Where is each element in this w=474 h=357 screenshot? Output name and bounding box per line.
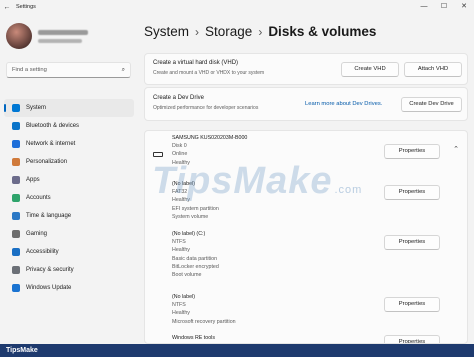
- system-icon: [12, 104, 20, 112]
- attach-vhd-button[interactable]: Attach VHD: [404, 62, 462, 77]
- disk-status: Online: [172, 151, 188, 158]
- search-icon: ⌕: [121, 67, 125, 73]
- vhd-card: Create a virtual hard disk (VHD) Create …: [144, 53, 468, 85]
- sidebar-item-label: Accessibility: [26, 249, 59, 255]
- breadcrumb-system[interactable]: System: [144, 24, 189, 39]
- shield-icon: [12, 266, 20, 274]
- footer-banner: TipsMake: [0, 344, 474, 357]
- breadcrumb-storage[interactable]: Storage: [205, 24, 252, 39]
- create-vhd-button[interactable]: Create VHD: [341, 62, 399, 77]
- volume-detail: Basic data partition: [172, 255, 218, 262]
- close-icon[interactable]: ✕: [454, 0, 474, 14]
- title-bar: ← Settings — ☐ ✕: [0, 0, 474, 14]
- disk-properties-button[interactable]: Properties: [384, 144, 440, 159]
- sidebar-item-windows-update[interactable]: Windows Update: [0, 279, 138, 297]
- volume-detail: Boot volume: [172, 272, 202, 279]
- dev-drive-subtitle: Optimized performance for developer scen…: [153, 105, 259, 111]
- watermark: TipsMake .com: [152, 160, 362, 203]
- sidebar-item-time-language[interactable]: Time & language: [0, 207, 138, 225]
- sidebar-item-label: Personalization: [26, 159, 68, 165]
- profile-email-line: [38, 38, 82, 43]
- search-placeholder: Find a setting: [12, 67, 47, 73]
- page-title: Disks & volumes: [268, 24, 377, 39]
- volume-detail: NTFS: [172, 302, 186, 309]
- volume-label: Windows RE tools: [172, 335, 215, 341]
- disk-number: Disk 0: [172, 143, 187, 150]
- watermark-domain: .com: [334, 184, 363, 196]
- disk-name: SAMSUNG KUS020203M-B000: [172, 135, 248, 141]
- sidebar-item-label: Privacy & security: [26, 267, 74, 273]
- disk-drive-icon: [153, 152, 163, 157]
- create-dev-drive-button[interactable]: Create Dev Drive: [401, 97, 462, 112]
- breadcrumb-separator: ›: [258, 25, 263, 39]
- user-profile[interactable]: [6, 23, 88, 49]
- volume-detail: Healthy: [172, 310, 190, 317]
- watermark-text: TipsMake: [152, 160, 333, 202]
- breadcrumb-separator: ›: [195, 25, 200, 39]
- volume-info: (No label) NTFS Healthy Microsoft recovery …: [172, 293, 236, 326]
- vhd-title: Create a virtual hard disk (VHD): [153, 60, 239, 66]
- volume-detail: EFI system partition: [172, 205, 219, 212]
- sidebar-item-label: Accounts: [26, 195, 51, 201]
- brush-icon: [12, 158, 20, 166]
- dev-drive-title: Create a Dev Drive: [153, 95, 205, 101]
- volume-properties-button[interactable]: Properties: [384, 335, 440, 343]
- volume-detail: BitLocker encrypted: [172, 263, 219, 270]
- sidebar-item-gaming[interactable]: Gaming: [0, 225, 138, 243]
- volume-info: Windows RE tools: [172, 334, 215, 342]
- sidebar-item-accessibility[interactable]: Accessibility: [0, 243, 138, 261]
- avatar: [6, 23, 32, 49]
- dev-drive-card: Create a Dev Drive Optimized performance…: [144, 87, 468, 121]
- volume-properties-button[interactable]: Properties: [384, 297, 440, 312]
- maximize-icon[interactable]: ☐: [434, 0, 454, 14]
- volume-info: (No label) (C:) NTFS Healthy Basic data par…: [172, 230, 219, 279]
- volume-detail: NTFS: [172, 239, 186, 246]
- back-arrow-icon[interactable]: ←: [0, 4, 14, 11]
- sidebar: Find a setting ⌕ System Bluetooth & devic…: [0, 14, 138, 344]
- sidebar-nav: System Bluetooth & devices Network & inter…: [0, 99, 138, 297]
- person-icon: [12, 194, 20, 202]
- window-title: Settings: [16, 4, 36, 10]
- volume-label: (No label) (C:): [172, 231, 206, 237]
- sidebar-item-network-internet[interactable]: Network & internet: [0, 135, 138, 153]
- volume-detail: Healthy: [172, 247, 190, 254]
- sidebar-item-accounts[interactable]: Accounts: [0, 189, 138, 207]
- accessibility-icon: [12, 248, 20, 256]
- vhd-subtitle: Create and mount a VHD or VHDX to your s…: [153, 70, 265, 76]
- sidebar-item-label: Bluetooth & devices: [26, 123, 80, 129]
- minimize-icon[interactable]: —: [414, 0, 434, 14]
- sidebar-item-label: Time & language: [26, 213, 72, 219]
- globe-clock-icon: [12, 212, 20, 220]
- sidebar-item-bluetooth-devices[interactable]: Bluetooth & devices: [0, 117, 138, 135]
- wifi-icon: [12, 140, 20, 148]
- volume-label: (No label): [172, 294, 195, 300]
- sidebar-item-label: Apps: [26, 177, 40, 183]
- sidebar-item-system[interactable]: System: [4, 99, 134, 117]
- sidebar-item-label: Gaming: [26, 231, 48, 237]
- apps-icon: [12, 176, 20, 184]
- volume-detail: Microsoft recovery partition: [172, 318, 236, 325]
- profile-name-line: [38, 29, 88, 35]
- controller-icon: [12, 230, 20, 238]
- breadcrumb: System › Storage › Disks & volumes: [144, 24, 376, 39]
- volume-properties-button[interactable]: Properties: [384, 235, 440, 250]
- sidebar-item-label: Windows Update: [26, 285, 72, 291]
- window-controls: — ☐ ✕: [414, 0, 474, 14]
- sidebar-item-label: System: [26, 105, 47, 111]
- volume-detail: System volume: [172, 213, 209, 220]
- learn-more-link[interactable]: Learn more about Dev Drives.: [305, 101, 382, 107]
- update-icon: [12, 284, 20, 292]
- chevron-up-icon[interactable]: ⌃: [453, 145, 459, 153]
- sidebar-item-personalization[interactable]: Personalization: [0, 153, 138, 171]
- sidebar-item-label: Network & internet: [26, 141, 76, 147]
- sidebar-item-privacy-security[interactable]: Privacy & security: [0, 261, 138, 279]
- sidebar-item-apps[interactable]: Apps: [0, 171, 138, 189]
- bluetooth-icon: [12, 122, 20, 130]
- profile-name-blurred: [38, 29, 88, 43]
- volume-properties-button[interactable]: Properties: [384, 185, 440, 200]
- search-input[interactable]: Find a setting ⌕: [6, 62, 131, 78]
